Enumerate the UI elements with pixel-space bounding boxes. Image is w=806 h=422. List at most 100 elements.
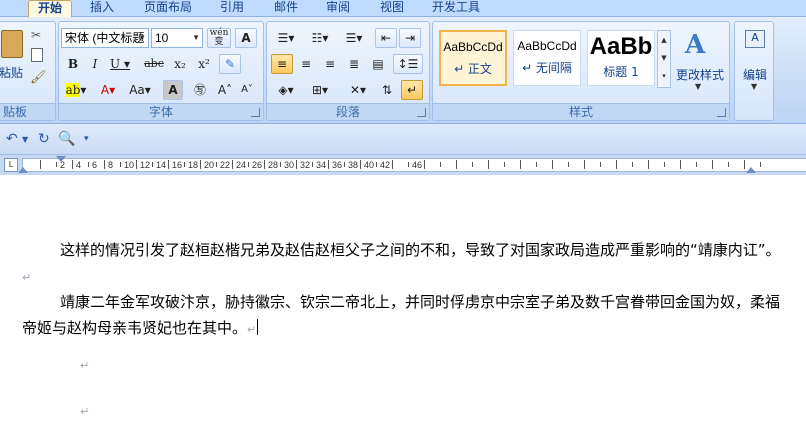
shrink-font-button[interactable]: A˅	[237, 80, 257, 100]
underline-button[interactable]: U ▾	[107, 54, 133, 74]
tab-mailings[interactable]: 邮件	[266, 0, 306, 16]
change-case-button[interactable]: Aa▾	[125, 80, 155, 100]
tab-home[interactable]: 开始	[28, 0, 72, 17]
document-paragraph[interactable]: 靖康二年金军攻破汴京，胁持徽宗、钦宗二帝北上，并同时俘虏京中宗室子弟及数千宫眷带…	[22, 289, 782, 343]
bullets-button[interactable]: ☰▾	[271, 28, 301, 48]
ruler-tick	[344, 162, 345, 167]
grow-font-button[interactable]: A˄	[215, 80, 235, 100]
ruler-tick	[104, 160, 105, 169]
sort-button[interactable]: ⇅	[377, 80, 397, 100]
undo-icon[interactable]: ↶	[6, 131, 18, 147]
multilevel-list-button[interactable]: ☰▾	[339, 28, 369, 48]
style-gallery-scroll[interactable]: ▲ ▼ ▾	[657, 30, 671, 88]
shading-button[interactable]: ◈▾	[271, 80, 301, 100]
horizontal-ruler[interactable]: L 2 4 6 8 10 12 14 16 18 20 22 24 26 28 30 32 34 36 38 40 42…	[0, 154, 806, 176]
strikethrough-button[interactable]: abc	[141, 54, 167, 74]
quick-access-toolbar: ↶ ▼ ↻ 🔍 ▾	[0, 124, 806, 154]
redo-icon[interactable]: ↻	[38, 131, 50, 147]
ruler-tick	[136, 160, 137, 169]
highlight-color-button[interactable]: ab▾	[61, 80, 91, 100]
font-name-combo[interactable]: 宋体 (中文标题 ▼	[61, 28, 149, 48]
ruler-number: 4	[76, 160, 82, 170]
paragraph-mark-icon: ↵	[80, 359, 90, 372]
change-styles-button[interactable]: 更改样式	[673, 66, 727, 83]
style-sample: AaBbCcDd	[517, 39, 577, 53]
bold-button[interactable]: B	[63, 54, 83, 74]
tab-review[interactable]: 审阅	[318, 0, 358, 16]
ruler-tick	[568, 162, 569, 167]
customize-toolbar-icon[interactable]: ▾	[84, 134, 89, 144]
ruler-tick	[360, 160, 361, 169]
distributed-button[interactable]: ▤	[367, 54, 389, 74]
ruler-tick	[72, 160, 73, 169]
clipboard-group: 粘贴 ✂ 🖌 贴板	[0, 21, 56, 121]
print-preview-icon[interactable]: 🔍	[58, 131, 75, 147]
ruler-tick	[232, 160, 233, 169]
copy-icon[interactable]	[31, 48, 43, 62]
borders-button[interactable]: ⊞▾	[305, 80, 335, 100]
paragraph-dialog-launcher-icon[interactable]	[417, 108, 426, 117]
font-size-value: 10	[155, 31, 169, 45]
paste-icon[interactable]	[1, 30, 23, 58]
show-paragraph-marks-button[interactable]: ↵	[401, 80, 423, 100]
right-indent-marker[interactable]	[746, 167, 756, 173]
align-right-button[interactable]: ≡	[319, 54, 341, 74]
line-spacing-button[interactable]: ↕☰	[393, 54, 423, 74]
font-size-combo[interactable]: 10 ▼	[151, 28, 203, 48]
style-heading-1[interactable]: AaBb 标题 1	[587, 30, 655, 86]
ruler-tick	[216, 162, 217, 167]
tab-developer[interactable]: 开发工具	[426, 0, 486, 16]
justify-button[interactable]: ≣	[343, 54, 365, 74]
paragraph-group: ☰▾ ☷▾ ☰▾ ⇤ ⇥ ≡ ≡ ≡ ≣ ▤ ↕☰ ◈▾ ⊞▾ ✕▾ ⇅ ↵ 段…	[266, 21, 430, 121]
tab-references[interactable]: 引用	[210, 0, 254, 16]
numbering-button[interactable]: ☷▾	[305, 28, 335, 48]
clipboard-group-label: 贴板	[0, 103, 55, 120]
left-indent-marker[interactable]	[18, 167, 28, 173]
ruler-tick	[632, 162, 633, 167]
ruler-tick	[312, 162, 313, 167]
enclose-characters-button[interactable]: ㊢	[189, 80, 211, 100]
styles-dialog-launcher-icon[interactable]	[717, 108, 726, 117]
editing-button[interactable]: 编辑	[739, 66, 771, 83]
phonetic-guide-button[interactable]: wén 变	[207, 28, 231, 48]
style-name: ↵ 无间隔	[522, 61, 572, 75]
superscript-button[interactable]: x²	[193, 54, 215, 74]
font-dialog-launcher-icon[interactable]	[251, 108, 260, 117]
subscript-button[interactable]: x₂	[169, 54, 191, 74]
style-no-spacing[interactable]: AaBbCcDd ↵ 无间隔	[513, 30, 581, 86]
chinese-layout-button[interactable]: ✕▾	[343, 80, 373, 100]
tab-view[interactable]: 视图	[370, 0, 414, 16]
align-center-button[interactable]: ≡	[295, 54, 317, 74]
character-shading-button[interactable]: A	[163, 80, 183, 100]
format-painter-icon[interactable]: 🖌	[30, 70, 47, 85]
chevron-down-icon[interactable]: ▼	[22, 135, 28, 144]
ruler-number: 38	[348, 160, 359, 170]
cut-icon[interactable]: ✂	[31, 28, 41, 42]
paragraph-mark-icon: ↵	[247, 323, 257, 336]
font-color-button[interactable]: A▾	[95, 80, 121, 100]
ruler-number: 34	[316, 160, 327, 170]
find-icon[interactable]: A	[745, 30, 765, 48]
tab-page-layout[interactable]: 页面布局	[138, 0, 198, 16]
ruler-tick	[728, 162, 729, 167]
text-cursor	[257, 319, 259, 335]
clear-formatting-icon[interactable]: ✎	[219, 54, 241, 74]
style-normal[interactable]: AaBbCcDd ↵ 正文	[439, 30, 507, 86]
document-page[interactable]: 这样的情况引发了赵桓赵楷兄弟及赵佶赵桓父子之间的不和，导致了对国家政局造成严重影…	[0, 175, 806, 422]
italic-button[interactable]: I	[85, 54, 105, 74]
ruler-number: 24	[236, 160, 247, 170]
style-sample: AaBbCcDd	[443, 40, 503, 54]
tab-insert[interactable]: 插入	[82, 0, 122, 16]
document-paragraph[interactable]: 这样的情况引发了赵桓赵楷兄弟及赵佶赵桓父子之间的不和，导致了对国家政局造成严重影…	[22, 237, 782, 291]
decrease-indent-button[interactable]: ⇤	[375, 28, 397, 48]
tab-selector-icon[interactable]: L	[4, 158, 18, 172]
style-name: 标题 1	[603, 65, 639, 79]
ruler-tick	[424, 160, 425, 169]
increase-indent-button[interactable]: ⇥	[399, 28, 421, 48]
ruler-tick	[664, 162, 665, 167]
ruler-tick	[760, 162, 761, 167]
paste-button-label[interactable]: 粘贴	[0, 64, 23, 81]
character-border-button[interactable]: A	[235, 28, 257, 48]
align-left-button[interactable]: ≡	[271, 54, 293, 74]
change-styles-icon[interactable]: A	[685, 30, 705, 60]
